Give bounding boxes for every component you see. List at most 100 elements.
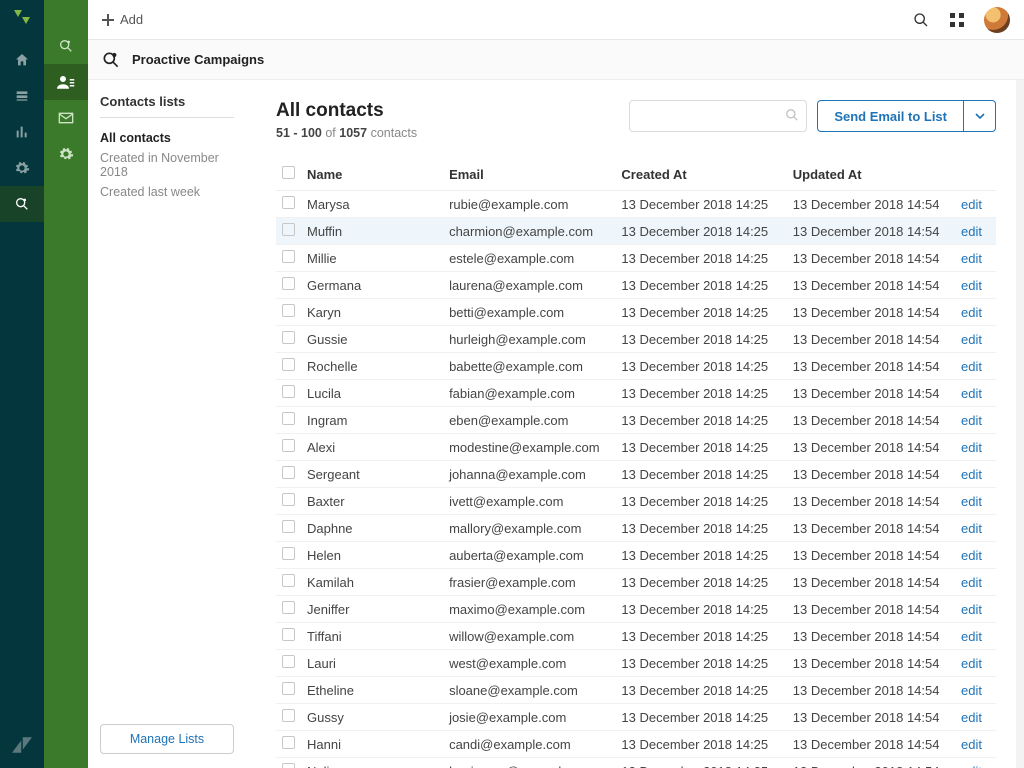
- table-row[interactable]: Baxterivett@example.com13 December 2018 …: [276, 488, 996, 515]
- row-checkbox[interactable]: [282, 547, 295, 560]
- table-row[interactable]: Kamilahfrasier@example.com13 December 20…: [276, 569, 996, 596]
- edit-link[interactable]: edit: [961, 737, 982, 752]
- table-row[interactable]: Jeniffermaximo@example.com13 December 20…: [276, 596, 996, 623]
- table-row[interactable]: Marysarubie@example.com13 December 2018 …: [276, 191, 996, 218]
- row-checkbox[interactable]: [282, 196, 295, 209]
- cell-updated: 13 December 2018 14:54: [787, 650, 946, 677]
- sidebar-list-item[interactable]: All contacts: [100, 128, 234, 148]
- search-icon[interactable]: [912, 11, 930, 29]
- row-checkbox[interactable]: [282, 601, 295, 614]
- row-checkbox[interactable]: [282, 493, 295, 506]
- select-all-checkbox[interactable]: [282, 166, 295, 179]
- col-updated[interactable]: Updated At: [787, 158, 946, 191]
- row-checkbox[interactable]: [282, 250, 295, 263]
- edit-link[interactable]: edit: [961, 467, 982, 482]
- edit-link[interactable]: edit: [961, 224, 982, 239]
- plus-icon: [102, 14, 114, 26]
- manage-lists-button[interactable]: Manage Lists: [100, 724, 234, 754]
- edit-link[interactable]: edit: [961, 413, 982, 428]
- edit-link[interactable]: edit: [961, 251, 982, 266]
- table-row[interactable]: Lauriwest@example.com13 December 2018 14…: [276, 650, 996, 677]
- table-row[interactable]: Karynbetti@example.com13 December 2018 1…: [276, 299, 996, 326]
- table-row[interactable]: Neliabenjamen@example.com13 December 201…: [276, 758, 996, 768]
- cell-email: hurleigh@example.com: [443, 326, 615, 353]
- row-checkbox[interactable]: [282, 655, 295, 668]
- edit-link[interactable]: edit: [961, 764, 982, 768]
- sidebar-list-item[interactable]: Created in November 2018: [100, 148, 234, 182]
- edit-link[interactable]: edit: [961, 305, 982, 320]
- col-name[interactable]: Name: [301, 158, 443, 191]
- edit-link[interactable]: edit: [961, 278, 982, 293]
- row-checkbox[interactable]: [282, 223, 295, 236]
- row-checkbox[interactable]: [282, 466, 295, 479]
- table-row[interactable]: Millieestele@example.com13 December 2018…: [276, 245, 996, 272]
- table-row[interactable]: Gussyjosie@example.com13 December 2018 1…: [276, 704, 996, 731]
- edit-link[interactable]: edit: [961, 197, 982, 212]
- col-email[interactable]: Email: [443, 158, 615, 191]
- table-row[interactable]: Muffincharmion@example.com13 December 20…: [276, 218, 996, 245]
- col-created[interactable]: Created At: [615, 158, 786, 191]
- subnav-mail[interactable]: [44, 100, 88, 136]
- table-row[interactable]: Gussiehurleigh@example.com13 December 20…: [276, 326, 996, 353]
- row-checkbox[interactable]: [282, 628, 295, 641]
- nav-home[interactable]: [0, 42, 44, 78]
- row-checkbox[interactable]: [282, 439, 295, 452]
- edit-link[interactable]: edit: [961, 710, 982, 725]
- edit-link[interactable]: edit: [961, 656, 982, 671]
- nav-tickets[interactable]: [0, 78, 44, 114]
- table-row[interactable]: Hannicandi@example.com13 December 2018 1…: [276, 731, 996, 758]
- edit-link[interactable]: edit: [961, 359, 982, 374]
- row-checkbox[interactable]: [282, 763, 295, 768]
- table-row[interactable]: Rochellebabette@example.com13 December 2…: [276, 353, 996, 380]
- send-email-button[interactable]: Send Email to List: [817, 100, 964, 132]
- edit-link[interactable]: edit: [961, 494, 982, 509]
- cell-updated: 13 December 2018 14:54: [787, 488, 946, 515]
- table-row[interactable]: Ingrameben@example.com13 December 2018 1…: [276, 407, 996, 434]
- subnav-settings[interactable]: [44, 136, 88, 172]
- cell-updated: 13 December 2018 14:54: [787, 380, 946, 407]
- table-row[interactable]: Lucilafabian@example.com13 December 2018…: [276, 380, 996, 407]
- contacts-search-input[interactable]: [629, 100, 807, 132]
- edit-link[interactable]: edit: [961, 332, 982, 347]
- nav-reports[interactable]: [0, 114, 44, 150]
- row-checkbox[interactable]: [282, 358, 295, 371]
- table-row[interactable]: Helenauberta@example.com13 December 2018…: [276, 542, 996, 569]
- table-row[interactable]: Sergeantjohanna@example.com13 December 2…: [276, 461, 996, 488]
- sidebar-list-item[interactable]: Created last week: [100, 182, 234, 202]
- edit-link[interactable]: edit: [961, 629, 982, 644]
- table-row[interactable]: Tiffaniwillow@example.com13 December 201…: [276, 623, 996, 650]
- row-checkbox[interactable]: [282, 709, 295, 722]
- row-checkbox[interactable]: [282, 520, 295, 533]
- edit-link[interactable]: edit: [961, 683, 982, 698]
- edit-link[interactable]: edit: [961, 548, 982, 563]
- row-checkbox[interactable]: [282, 736, 295, 749]
- nav-settings[interactable]: [0, 150, 44, 186]
- cell-created: 13 December 2018 14:25: [615, 326, 786, 353]
- row-checkbox[interactable]: [282, 385, 295, 398]
- table-row[interactable]: Daphnemallory@example.com13 December 201…: [276, 515, 996, 542]
- row-checkbox[interactable]: [282, 682, 295, 695]
- subnav-contacts[interactable]: [44, 64, 88, 100]
- row-checkbox[interactable]: [282, 304, 295, 317]
- cell-created: 13 December 2018 14:25: [615, 245, 786, 272]
- edit-link[interactable]: edit: [961, 575, 982, 590]
- edit-link[interactable]: edit: [961, 521, 982, 536]
- subnav-campaigns[interactable]: [44, 28, 88, 64]
- row-checkbox[interactable]: [282, 574, 295, 587]
- row-checkbox[interactable]: [282, 331, 295, 344]
- row-checkbox[interactable]: [282, 412, 295, 425]
- table-row[interactable]: Germanalaurena@example.com13 December 20…: [276, 272, 996, 299]
- edit-link[interactable]: edit: [961, 602, 982, 617]
- table-row[interactable]: Ethelinesloane@example.com13 December 20…: [276, 677, 996, 704]
- add-button[interactable]: Add: [102, 12, 143, 27]
- row-checkbox[interactable]: [282, 277, 295, 290]
- cell-updated: 13 December 2018 14:54: [787, 677, 946, 704]
- edit-link[interactable]: edit: [961, 440, 982, 455]
- cell-updated: 13 December 2018 14:54: [787, 569, 946, 596]
- nav-campaigns[interactable]: [0, 186, 44, 222]
- apps-icon[interactable]: [948, 11, 966, 29]
- send-email-dropdown[interactable]: [964, 100, 996, 132]
- user-avatar[interactable]: [984, 7, 1010, 33]
- table-row[interactable]: Aleximodestine@example.com13 December 20…: [276, 434, 996, 461]
- edit-link[interactable]: edit: [961, 386, 982, 401]
